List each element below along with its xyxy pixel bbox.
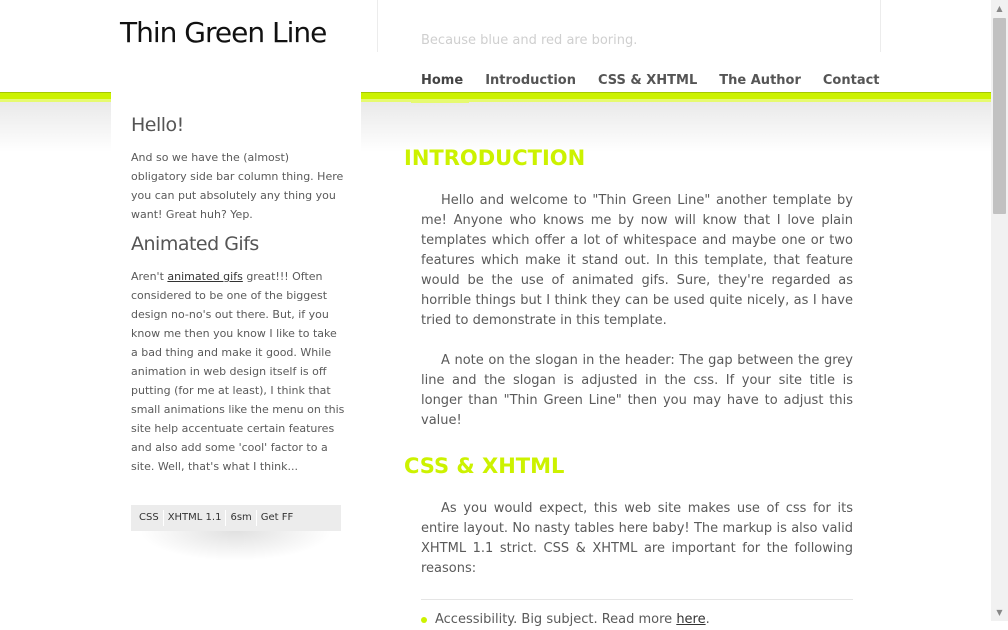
scroll-down-arrow-icon[interactable]: ▼	[991, 604, 1008, 621]
nav-introduction[interactable]: Introduction	[485, 73, 576, 88]
vertical-scrollbar[interactable]: ▲ ▼	[991, 0, 1008, 621]
list-item-text: Accessibility. Big subject. Read more	[435, 612, 677, 627]
nav-active-indicator	[411, 100, 469, 103]
css-xhtml-heading: CSS & XHTML	[404, 454, 565, 478]
badge-shadow	[139, 531, 333, 561]
header-divider-right	[880, 0, 881, 52]
badge-6sm[interactable]: 6sm	[226, 510, 257, 526]
sidebar-gifs-text: Aren't animated gifs great!!! Often cons…	[131, 267, 345, 476]
gifs-text-before: Aren't	[131, 270, 168, 283]
list-divider	[421, 599, 853, 600]
nav-css-xhtml[interactable]: CSS & XHTML	[598, 73, 697, 88]
nav-home[interactable]: Home	[421, 73, 463, 88]
scrollbar-thumb[interactable]	[993, 18, 1006, 214]
main-nav: Home Introduction CSS & XHTML The Author…	[421, 73, 902, 88]
nav-the-author[interactable]: The Author	[719, 73, 801, 88]
scroll-up-arrow-icon[interactable]: ▲	[991, 0, 1008, 17]
badge-css[interactable]: CSS	[135, 510, 164, 526]
badge-xhtml[interactable]: XHTML 1.1	[164, 510, 227, 526]
introduction-heading: INTRODUCTION	[404, 146, 586, 170]
site-title[interactable]: Thin Green Line	[120, 16, 327, 49]
bullet-icon	[421, 616, 427, 623]
validation-badges: CSS XHTML 1.1 6sm Get FF	[131, 505, 341, 531]
animated-gifs-link[interactable]: animated gifs	[167, 270, 242, 283]
sidebar-gifs-heading: Animated Gifs	[131, 233, 259, 255]
sidebar: Hello! And so we have the (almost) oblig…	[111, 92, 361, 561]
read-more-here-link[interactable]: here	[676, 612, 705, 627]
list-item-end: .	[705, 612, 710, 627]
introduction-paragraph-1: Hello and welcome to "Thin Green Line" a…	[421, 193, 853, 328]
site-slogan: Because blue and red are boring.	[421, 33, 638, 48]
badge-get-ff[interactable]: Get FF	[257, 510, 298, 526]
sidebar-hello-text: And so we have the (almost) obligatory s…	[131, 151, 344, 221]
sidebar-hello-heading: Hello!	[131, 114, 184, 136]
gifs-text-after: great!!! Often considered to be one of t…	[131, 270, 345, 473]
introduction-paragraph-2: A note on the slogan in the header: The …	[421, 353, 853, 428]
header-divider-left	[377, 0, 378, 52]
css-xhtml-paragraph: As you would expect, this web site makes…	[421, 501, 853, 576]
list-item: Accessibility. Big subject. Read more he…	[421, 610, 853, 630]
nav-contact[interactable]: Contact	[823, 73, 880, 88]
